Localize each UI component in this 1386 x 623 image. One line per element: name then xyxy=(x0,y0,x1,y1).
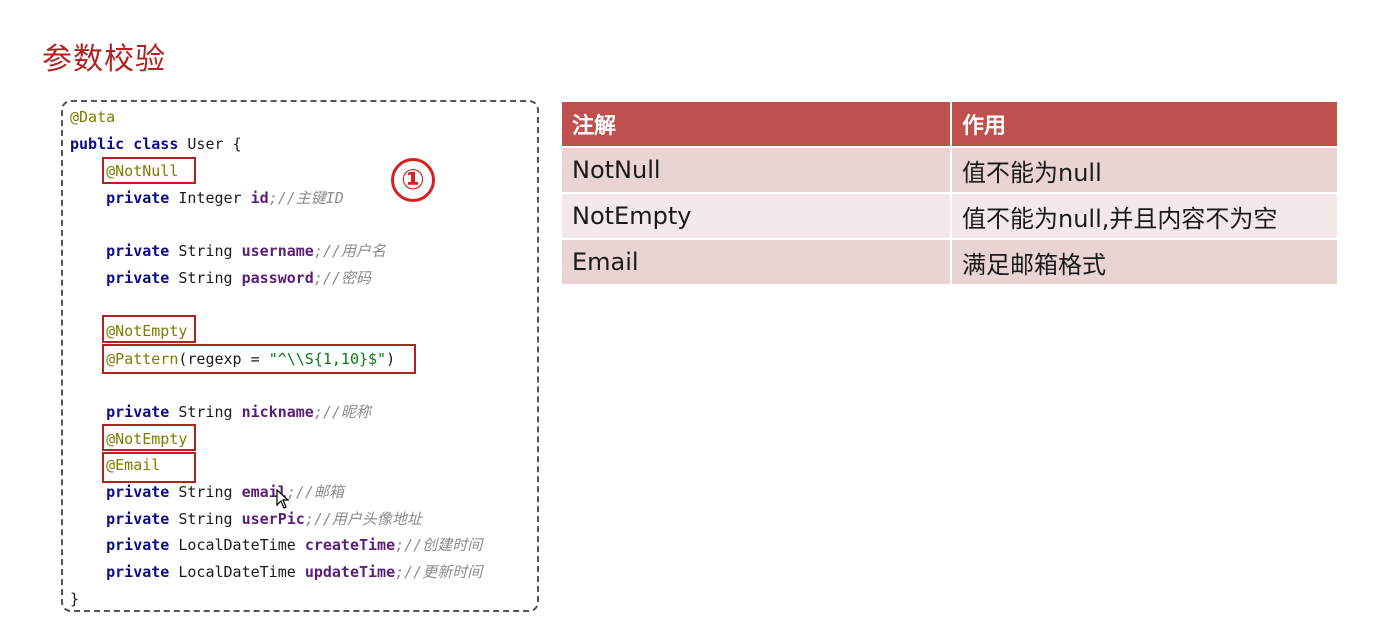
comment: ;//创建时间 xyxy=(395,536,483,554)
table-header-annotation: 注解 xyxy=(562,102,952,147)
table-cell-purpose: 值不能为null,并且内容不为空 xyxy=(951,192,1337,239)
type: LocalDateTime xyxy=(169,563,305,581)
closing-brace: } xyxy=(70,590,80,608)
class-name: User { xyxy=(178,135,242,153)
comment: ;//用户头像地址 xyxy=(304,510,422,528)
type: LocalDateTime xyxy=(169,536,305,554)
keyword: public class xyxy=(70,135,179,153)
keyword: private xyxy=(106,510,170,528)
step-marker: ① xyxy=(391,158,435,202)
field-name: updateTime xyxy=(304,563,396,581)
highlight-notnull xyxy=(102,157,196,184)
keyword: private xyxy=(106,242,170,260)
comment: ;//邮箱 xyxy=(286,483,344,501)
type: Integer xyxy=(169,189,251,207)
comment: ;//用户名 xyxy=(313,242,386,260)
code-line-class: public class User { xyxy=(70,133,242,155)
field-name: username xyxy=(241,242,314,260)
table-cell-annotation: NotNull xyxy=(562,146,952,193)
field-name: userPic xyxy=(241,510,305,528)
code-line-createtime: private LocalDateTime createTime;//创建时间 xyxy=(70,534,482,556)
field-name: password xyxy=(241,269,314,287)
highlight-notempty-1 xyxy=(102,315,196,343)
field-name: id xyxy=(250,189,269,207)
code-line-password: private String password;//密码 xyxy=(70,267,371,289)
annotation-table: 注解 作用 NotNull 值不能为null NotEmpty 值不能为null… xyxy=(562,102,1337,284)
field-name: nickname xyxy=(241,403,314,421)
type: String xyxy=(169,483,242,501)
mouse-cursor-icon xyxy=(276,489,290,509)
comment: ;//更新时间 xyxy=(395,563,483,581)
type: String xyxy=(169,269,242,287)
page-title: 参数校验 xyxy=(42,42,166,77)
table-header-purpose: 作用 xyxy=(951,102,1337,147)
comment: ;//密码 xyxy=(313,269,371,287)
table-header-row: 注解 作用 xyxy=(562,102,1337,147)
table-cell-annotation: NotEmpty xyxy=(562,192,952,239)
code-line-userpic: private String userPic;//用户头像地址 xyxy=(70,508,422,530)
type: String xyxy=(169,242,242,260)
table-cell-purpose: 值不能为null xyxy=(951,146,1337,193)
table-row: NotEmpty 值不能为null,并且内容不为空 xyxy=(562,192,1337,239)
code-line-close: } xyxy=(70,588,79,610)
keyword: private xyxy=(106,483,170,501)
code-line-data: @Data xyxy=(70,106,115,128)
highlight-pattern xyxy=(102,344,416,374)
keyword: private xyxy=(106,269,170,287)
annotation-data: @Data xyxy=(70,108,116,126)
code-line-nickname: private String nickname;//昵称 xyxy=(70,401,371,423)
table-row: Email 满足邮箱格式 xyxy=(562,238,1337,284)
comment: ;//昵称 xyxy=(313,403,371,421)
keyword: private xyxy=(106,189,170,207)
keyword: private xyxy=(106,403,170,421)
type: String xyxy=(169,510,242,528)
field-name: createTime xyxy=(304,536,396,554)
code-line-id: private Integer id;//主键ID xyxy=(70,187,344,209)
keyword: private xyxy=(106,563,170,581)
highlight-notempty-2 xyxy=(102,424,196,451)
keyword: private xyxy=(106,536,170,554)
comment: ;//主键ID xyxy=(268,189,344,207)
code-line-username: private String username;//用户名 xyxy=(70,240,386,262)
code-line-updatetime: private LocalDateTime updateTime;//更新时间 xyxy=(70,561,482,583)
table-cell-annotation: Email xyxy=(562,238,952,284)
table-cell-purpose: 满足邮箱格式 xyxy=(951,238,1337,284)
highlight-email xyxy=(102,452,196,483)
type: String xyxy=(169,403,242,421)
table-row: NotNull 值不能为null xyxy=(562,146,1337,193)
code-line-email: private String email;//邮箱 xyxy=(70,481,344,503)
